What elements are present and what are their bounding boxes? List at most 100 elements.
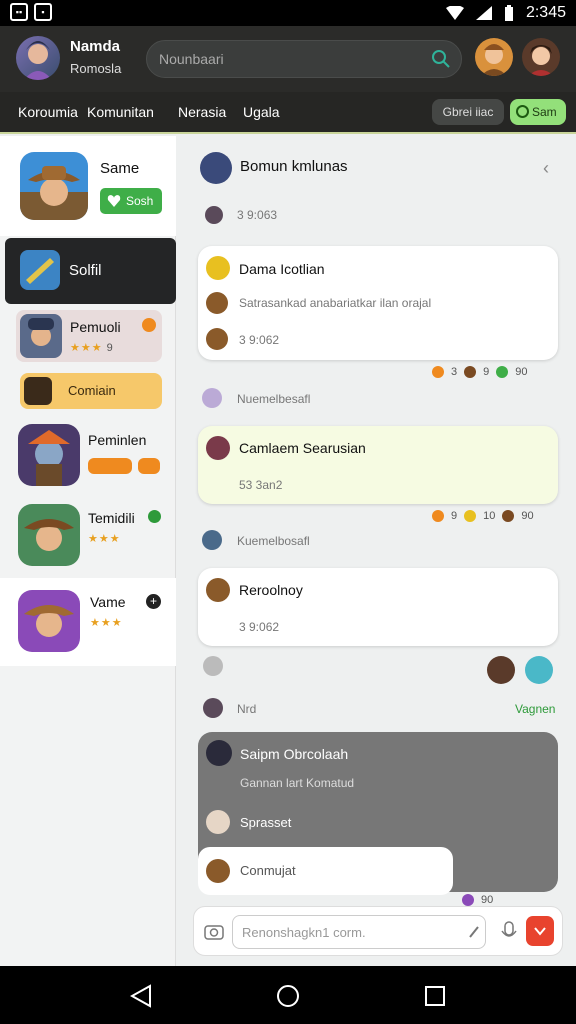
pill-badge-2 [138,458,160,474]
friend-avatar-1[interactable] [475,38,513,76]
add-icon[interactable]: + [146,594,161,609]
attach-icon[interactable] [466,923,482,941]
timestamp: 53 3an2 [239,478,283,492]
soldier-game-icon [20,314,62,358]
message-title: Saipm Obrcolaah [240,746,349,762]
nav-primary-label: Sam [532,105,557,119]
close-icon[interactable]: ‹ [543,158,549,179]
sidebar-item-title: Pemuoli [70,319,121,335]
system-nav-bar [0,966,576,1024]
reaction-bar[interactable]: 3 9 90 [432,366,528,378]
section-title: Nrd [237,702,257,716]
tab-ugala[interactable]: Ugala [243,104,280,120]
sender-avatar [206,810,230,834]
send-button[interactable] [526,916,554,946]
refresh-icon [516,105,529,118]
rating-stars: ★★★ [88,533,121,545]
search-icon[interactable] [431,49,451,69]
tab-nerasia[interactable]: Nerasia [178,104,226,120]
section-link[interactable]: Vagnen [515,702,555,716]
send-icon [534,927,546,936]
adventurer-game-icon [18,590,80,652]
app-title: Namda [70,38,121,55]
sidebar-item-title: Temidili [88,510,135,526]
sidebar-item-title: Peminlen [88,432,147,448]
sidebar-item-solfil[interactable]: Solfil [5,238,176,304]
notification-icon-2: ▪ [34,3,52,21]
check-icon [148,510,161,523]
sidebar-item-pemuoli[interactable]: Pemuoli ★★★ 9 [16,310,162,362]
sender-avatar [206,578,230,602]
camera-icon[interactable] [204,922,224,940]
sidebar-item-title: Solfil [69,262,102,279]
reaction-bar[interactable]: 9 10 90 [432,510,534,522]
loading-icon [203,656,223,676]
nav-bar: Koroumia Komunitan Nerasia Ugala Gbrei i… [0,92,576,134]
badge-label: Sosh [126,194,154,208]
sidebar-item-vame[interactable]: Vame ★★★ + [0,578,176,666]
clock: 2:345 [525,4,566,21]
notification-icon: ▪▪ [10,3,28,21]
section-icon [203,698,223,718]
timestamp: 3 9:062 [239,333,280,347]
timestamp: 3 9:063 [237,208,278,222]
cowboy-game-icon [20,152,88,220]
home-icon[interactable] [276,984,300,1008]
weapon-game-icon [20,250,60,290]
sidebar-item-badge[interactable]: Sosh [100,188,162,214]
section-title: Nuemelbesafl [237,392,311,406]
user-avatar[interactable] [16,36,60,80]
sidebar-item-comiain[interactable]: Comiain [20,373,162,409]
group-avatar [200,152,232,184]
status-icon [142,318,156,332]
sidebar-item-same[interactable]: Same Sosh [0,136,176,236]
participant-avatar-2[interactable] [525,656,553,684]
recents-icon[interactable] [424,985,446,1007]
message-text: Conmujat [240,863,296,878]
sender-avatar [206,740,232,766]
status-bar: ▪▪ ▪ 2:345 [0,0,576,26]
sidebar-item-peminlen[interactable]: Peminlen [0,420,176,490]
tab-koroumia[interactable]: Koroumia [18,104,78,120]
sidebar-item-title: Same [100,160,140,177]
group-title: Bomun kmlunas [240,158,348,175]
message-body: Satrasankad anabariatkar ilan orajal [239,296,432,310]
signal-icon [475,6,492,20]
rating-stars: ★★★ [90,617,123,629]
message-composer: Renonshagkn1 corm. [193,906,563,956]
sender-avatar [206,436,230,460]
timestamp: 3 9:062 [239,620,280,634]
message-bubble[interactable]: Conmujat [198,847,453,895]
warrior-game-icon [18,424,80,486]
back-icon[interactable] [130,984,152,1008]
heart-icon [107,195,121,207]
app-header: Namda Romosla Nounbaari [0,26,576,92]
section-icon [202,530,222,550]
app-subtitle: Romosla [70,61,122,76]
sidebar-item-temidili[interactable]: Temidili ★★★ [0,500,176,570]
tab-komunitan[interactable]: Komunitan [87,104,154,120]
message-card[interactable]: Reroolnoy 3 9:062 [198,568,558,646]
search-input[interactable]: Nounbaari [146,40,462,78]
sender-avatar [206,256,230,280]
mic-icon[interactable] [500,921,518,943]
friend-avatar-2[interactable] [522,38,560,76]
message-title: Dama Icotlian [239,261,325,277]
chat-panel: Bomun kmlunas ‹ 3 9:063 Dama Icotlian Sa… [177,136,576,966]
wifi-icon [445,6,464,20]
message-input[interactable]: Renonshagkn1 corm. [232,915,486,949]
message-card[interactable]: Dama Icotlian Satrasankad anabariatkar i… [198,246,558,360]
message-card-highlight[interactable]: Camlaem Searusian 53 3an2 [198,426,558,504]
pickaxe-game-icon [24,377,52,405]
section-icon [202,388,222,408]
reaction-bar[interactable]: 90 [462,894,493,906]
rating-stars: ★★★ 9 [70,342,114,354]
rating-value: 9 [106,342,114,354]
sender-avatar [206,292,228,314]
game-sidebar: Same Sosh Solfil Pemuoli ★★★ 9 Comiain P… [0,136,176,966]
sidebar-item-title: Comiain [68,383,116,398]
message-title: Reroolnoy [239,582,303,598]
nav-primary-button[interactable]: Sam [510,99,566,125]
participant-avatar[interactable] [487,656,515,684]
nav-secondary-button[interactable]: Gbrei iiac [432,99,504,125]
